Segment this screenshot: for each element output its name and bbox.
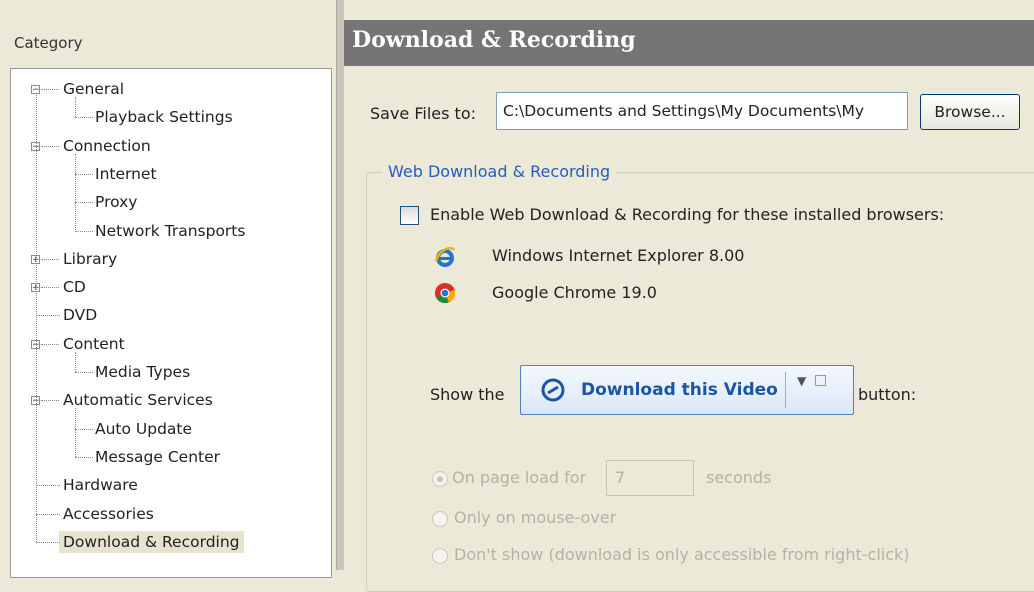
show-the-label: Show the [430,385,505,404]
category-pane: Category General − Playback Settings Connec… [0,0,336,578]
radio-mouse-over[interactable] [432,511,448,527]
tree-item-proxy[interactable]: Proxy [95,192,137,212]
tree-connector [75,456,93,458]
download-button-label: Download this Video [581,380,778,400]
tree-connector [41,400,59,402]
tree-item-label: Network Transports [95,221,246,240]
tree-connector [36,541,60,543]
tree-branch-line [75,153,76,231]
tree-connector [75,428,93,430]
settings-pane: Download & Recording Save Files to: C:\D… [344,0,1034,592]
tree-connector [41,258,59,260]
tree-item-media-types[interactable]: Media Types [95,362,190,382]
tree-item-hardware[interactable]: Hardware [63,475,138,495]
tree-connector [41,343,59,345]
category-label: Category [14,34,83,52]
tree-item-general[interactable]: General [63,79,124,99]
tree-connector [41,145,59,147]
tree-item-label: Content [63,334,125,353]
on-page-load-label: On page load for [452,468,587,487]
tree-root-line [36,93,37,542]
page-title: Download & Recording [344,20,1034,66]
page-load-seconds-input[interactable]: 7 [606,460,694,496]
tree-branch-line [75,351,76,372]
tree-item-label: Automatic Services [63,391,213,410]
tree-connector [75,230,93,232]
internet-explorer-icon [434,246,456,267]
tree-item-playback-settings[interactable]: Playback Settings [95,107,233,127]
tree-item-label: Hardware [63,476,138,495]
tree-connector [41,287,59,289]
tree-item-label: Proxy [95,193,138,212]
mouse-over-label: Only on mouse-over [454,508,617,527]
dont-show-label: Don't show (download is only accessible … [454,545,910,564]
tree-item-label: Media Types [95,363,191,381]
tree-item-label: Connection [63,136,151,155]
tree-container: General − Playback Settings Connection − Inte… [11,69,331,577]
tree-connector [41,89,59,90]
tree-item-internet[interactable]: Internet [95,164,157,184]
tree-connector [36,485,60,487]
enable-web-download-label: Enable Web Download & Recording for thes… [430,205,945,224]
tree-item-label: Playback Settings [95,108,233,127]
tree-branch-line [75,97,76,118]
tree-item-label: Accessories [63,504,154,523]
tree-connector [75,372,93,373]
tree-item-label: Library [63,249,118,268]
chrome-icon [435,283,456,304]
tree-connector [36,315,60,317]
tree-connector [75,173,93,175]
tree-item-download-recording[interactable]: Download & Recording [59,530,244,553]
tree-item-cd[interactable]: CD [63,277,86,297]
tree-item-auto-update[interactable]: Auto Update [95,419,192,439]
browse-button[interactable]: Browse... [920,94,1020,130]
tree-item-content[interactable]: Content [63,334,125,354]
button-suffix-label: button: [858,385,917,404]
web-download-group-title: Web Download & Recording [382,162,617,181]
tree-item-label: Download & Recording [59,530,244,553]
tree-item-connection[interactable]: Connection [63,136,151,156]
category-tree[interactable]: General − Playback Settings Connection − Inte… [10,68,332,578]
tree-connector [75,117,93,119]
download-this-video-button-preview[interactable]: Download this Video ▼ [520,365,854,415]
tree-item-label: DVD [63,306,98,325]
tree-connector [36,513,60,515]
tree-item-library[interactable]: Library [63,249,117,269]
save-files-label: Save Files to: [370,104,477,123]
tree-item-message-center[interactable]: Message Center [95,447,220,467]
tree-item-label: General [63,80,125,98]
browser-name-ie: Windows Internet Explorer 8.00 [492,246,745,265]
tree-item-dvd[interactable]: DVD [63,305,97,325]
save-path-input[interactable]: C:\Documents and Settings\My Documents\M… [496,92,908,130]
close-box-icon[interactable] [815,375,826,386]
tree-item-network-transports[interactable]: Network Transports [95,221,245,241]
download-button-separator [785,372,786,408]
save-path-value: C:\Documents and Settings\My Documents\M… [503,102,865,120]
tree-branch-line [75,408,76,457]
download-video-logo-icon [541,378,565,402]
seconds-label: seconds [706,468,772,487]
radio-on-page-load[interactable] [432,471,448,487]
tree-item-automatic-services[interactable]: Automatic Services [63,390,213,410]
tree-item-label: Internet [95,164,157,183]
enable-web-download-checkbox[interactable] [400,206,419,225]
radio-dont-show[interactable] [432,548,448,564]
dropdown-caret-icon[interactable]: ▼ [797,374,806,388]
tree-item-label: Message Center [95,447,221,466]
tree-item-label: Auto Update [95,419,193,438]
tree-item-label: CD [63,278,86,297]
browser-name-chrome: Google Chrome 19.0 [492,283,657,302]
tree-item-accessories[interactable]: Accessories [63,504,154,524]
tree-connector [75,202,93,204]
